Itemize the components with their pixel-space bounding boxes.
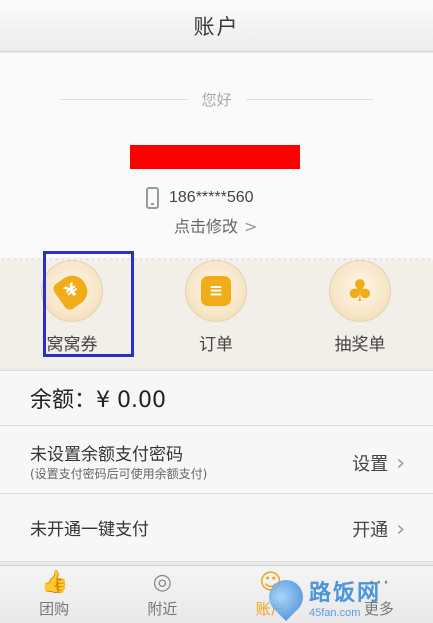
profile-card: 您好 186*****560 点击修改 > xyxy=(0,53,433,262)
more-icon: ⋯ xyxy=(367,570,390,595)
divider xyxy=(245,99,374,100)
pay-password-title: 未设置余额支付密码 xyxy=(30,445,183,465)
chevron-right-icon: › xyxy=(396,450,405,476)
divider xyxy=(60,99,188,100)
user-icon: ☺ xyxy=(259,570,283,595)
clover-icon: ♣ xyxy=(329,260,391,322)
edit-profile-link[interactable]: 点击修改 > xyxy=(174,213,257,237)
edit-label: 点击修改 xyxy=(174,217,239,236)
pay-password-hint: (设置支付密码后可使用余额支付) xyxy=(30,467,208,481)
phone-number: 186*****560 xyxy=(169,189,254,206)
clover-glyph: ♣ xyxy=(346,273,374,309)
greeting-row: 您好 xyxy=(60,89,374,110)
tab-label: 更多 xyxy=(363,600,394,618)
chevron-right-icon: > xyxy=(244,217,258,236)
title-bar: 账户 xyxy=(0,0,433,52)
tab-label: 账户 xyxy=(255,600,286,618)
location-pin-icon: ◎ xyxy=(152,570,172,595)
balance-row: 余额：¥ 0.00 xyxy=(0,370,433,426)
shortcut-label: 抽奖单 xyxy=(334,335,386,355)
balance-label: 余额：¥ 0.00 xyxy=(30,388,166,413)
page-title: 账户 xyxy=(193,14,240,39)
chevron-right-icon: › xyxy=(396,516,405,542)
tab-account[interactable]: ☺ 账户 xyxy=(217,566,325,623)
highlight-box xyxy=(43,251,134,357)
shortcut-label: 订单 xyxy=(199,335,233,355)
redacted-username xyxy=(130,145,300,169)
thumbs-up-icon: 👍 xyxy=(41,570,69,595)
tab-label: 附近 xyxy=(147,600,178,618)
tab-label: 团购 xyxy=(39,600,70,618)
set-password-button[interactable]: 设置 › xyxy=(352,450,405,476)
one-click-pay-title: 未开通一键支付 xyxy=(30,520,149,540)
shortcut-orders[interactable]: ≡ 订单 xyxy=(144,260,288,368)
tab-group-buy[interactable]: 👍 团购 xyxy=(0,566,108,623)
order-glyph: ≡ xyxy=(201,276,231,306)
phone-row: 186*****560 xyxy=(146,187,254,209)
action-label: 开通 xyxy=(352,520,389,541)
shortcut-lottery[interactable]: ♣ 抽奖单 xyxy=(288,260,432,368)
pay-password-row[interactable]: 未设置余额支付密码 (设置支付密码后可使用余额支付) 设置 › xyxy=(0,426,433,494)
greeting-text: 您好 xyxy=(201,91,232,109)
enable-one-click-button[interactable]: 开通 › xyxy=(352,516,405,542)
tab-more[interactable]: ⋯ 更多 xyxy=(325,566,433,623)
one-click-pay-row[interactable]: 未开通一键支付 开通 › xyxy=(0,494,433,562)
order-list-icon: ≡ xyxy=(185,260,247,322)
action-label: 设置 xyxy=(352,454,389,475)
phone-icon xyxy=(146,187,159,209)
tab-bar: 👍 团购 ◎ 附近 ☺ 账户 ⋯ 更多 xyxy=(0,565,433,623)
tab-nearby[interactable]: ◎ 附近 xyxy=(108,566,216,623)
